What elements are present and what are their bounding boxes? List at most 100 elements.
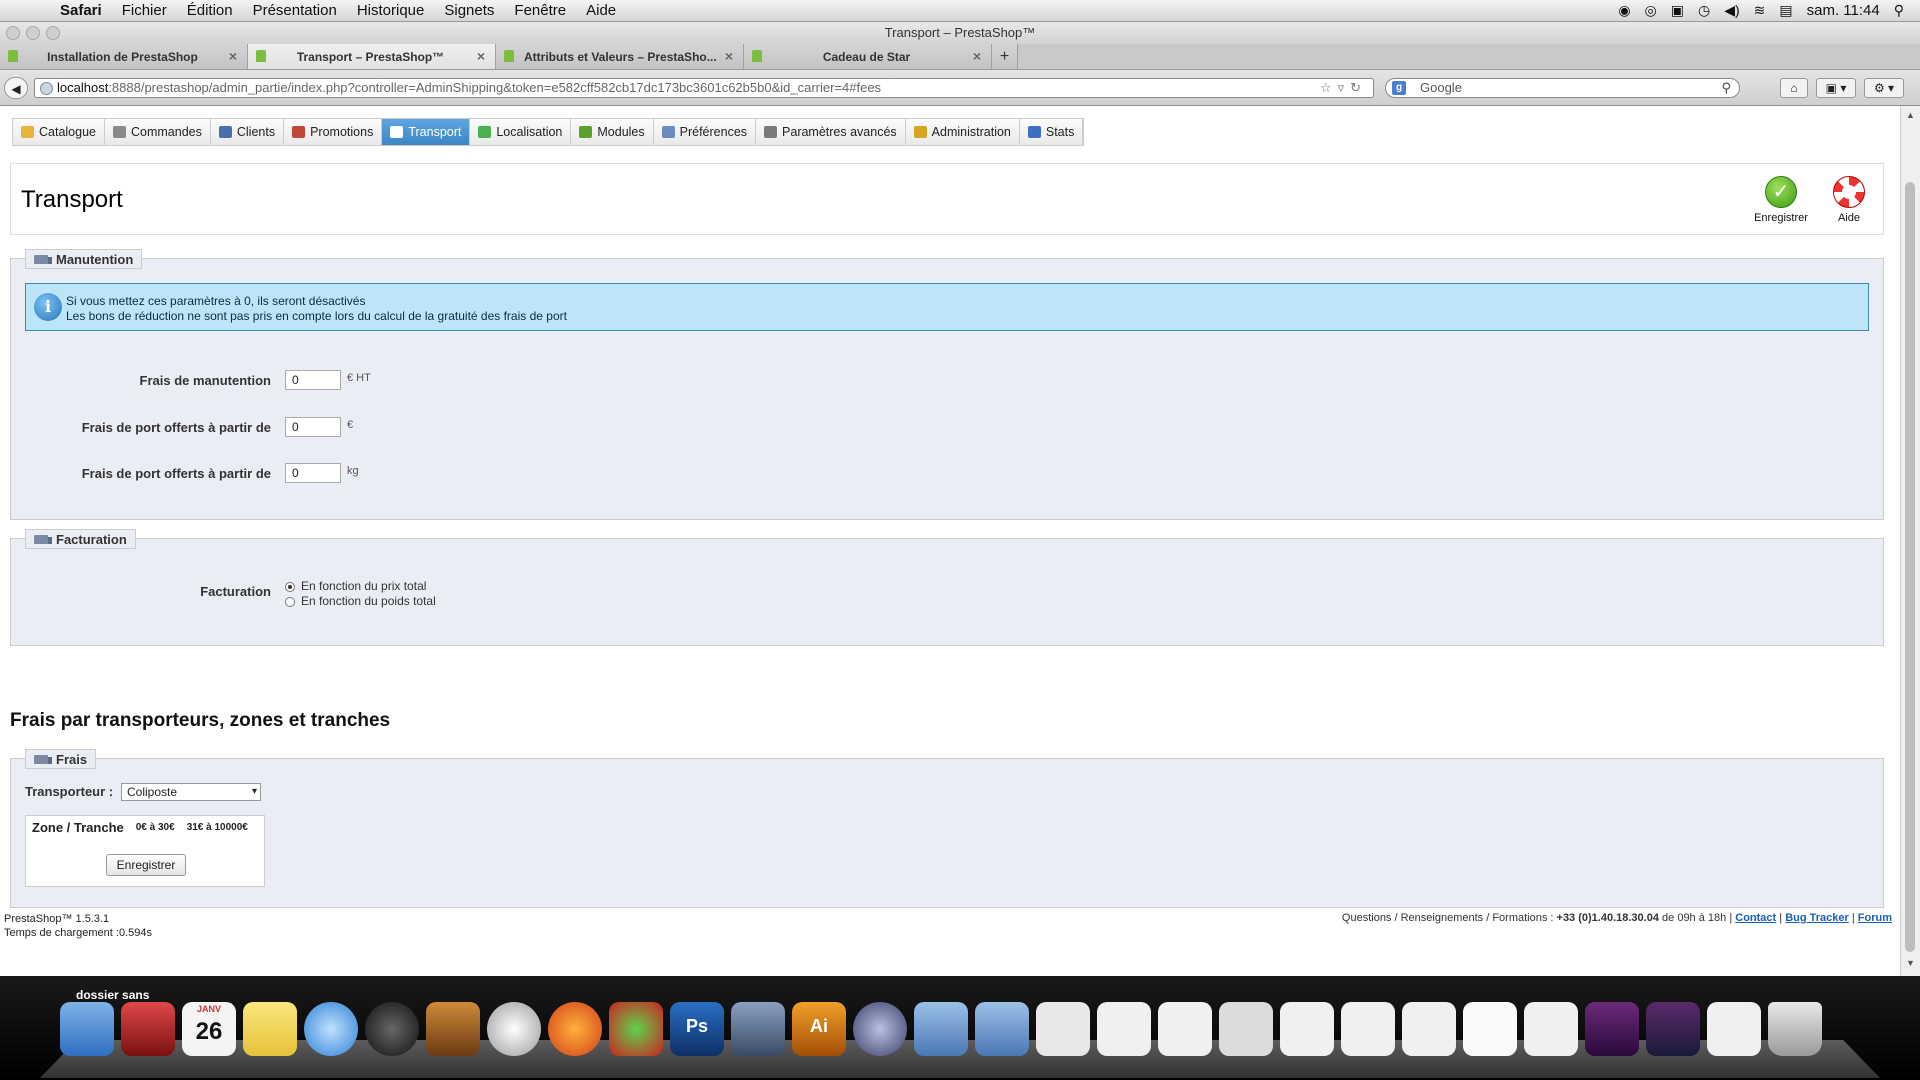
radio-weight[interactable] bbox=[285, 596, 295, 607]
status-icon-2[interactable]: ◎ bbox=[1645, 2, 1657, 19]
contact-link[interactable]: Contact bbox=[1735, 912, 1776, 924]
google-icon[interactable]: g bbox=[1392, 81, 1406, 95]
menu-fichier[interactable]: Fichier bbox=[122, 2, 167, 19]
preview-icon[interactable] bbox=[731, 1002, 785, 1056]
minimized-window-icon[interactable] bbox=[1341, 1002, 1395, 1056]
trash-icon[interactable] bbox=[1768, 1002, 1822, 1056]
minimized-window-icon[interactable] bbox=[1097, 1002, 1151, 1056]
search-input[interactable]: g Google ⚲ bbox=[1385, 78, 1740, 98]
menu-aide[interactable]: Aide bbox=[586, 2, 616, 19]
tab-transport[interactable]: Transport – PrestaShop™ × bbox=[248, 44, 496, 69]
help-button[interactable]: Aide bbox=[1817, 176, 1881, 224]
minimized-window-icon[interactable] bbox=[1219, 1002, 1273, 1056]
nav-transport[interactable]: Transport bbox=[382, 119, 471, 145]
close-tab-icon[interactable]: × bbox=[229, 48, 237, 64]
minimized-window-icon[interactable] bbox=[1158, 1002, 1212, 1056]
minimized-window-icon[interactable] bbox=[1707, 1002, 1761, 1056]
minimized-window-icon[interactable] bbox=[1585, 1002, 1639, 1056]
close-window-icon[interactable] bbox=[6, 26, 20, 40]
zoom-window-icon[interactable] bbox=[46, 26, 60, 40]
photoshop-icon[interactable]: Ps bbox=[670, 1002, 724, 1056]
minimized-window-icon[interactable] bbox=[1646, 1002, 1700, 1056]
billing-option-price[interactable]: En fonction du prix total bbox=[285, 579, 436, 594]
nav-promotions[interactable]: Promotions bbox=[284, 119, 383, 145]
save-fees-button[interactable]: Enregistrer bbox=[106, 854, 186, 876]
save-button[interactable]: Enregistrer bbox=[1749, 176, 1813, 224]
close-tab-icon[interactable]: × bbox=[725, 48, 733, 64]
photo-booth-icon[interactable] bbox=[121, 1002, 175, 1056]
calendar-icon[interactable]: JANV 26 bbox=[182, 1002, 236, 1056]
close-tab-icon[interactable]: × bbox=[477, 48, 485, 64]
applications-folder-icon[interactable] bbox=[914, 1002, 968, 1056]
search-icon[interactable]: ⚲ bbox=[1721, 79, 1731, 97]
menu-fenetre[interactable]: Fenêtre bbox=[514, 2, 566, 19]
settings-button[interactable]: ⚙ ▾ bbox=[1864, 78, 1904, 98]
tab-cadeau[interactable]: Cadeau de Star × bbox=[744, 44, 992, 69]
bookmark-star-icon[interactable]: ☆ bbox=[1320, 80, 1338, 95]
scroll-up-icon[interactable]: ▲ bbox=[1906, 110, 1915, 120]
nav-administration[interactable]: Administration bbox=[906, 119, 1020, 145]
menu-historique[interactable]: Historique bbox=[357, 2, 425, 19]
radio-price[interactable] bbox=[285, 581, 295, 592]
reload-icon[interactable]: ↻ bbox=[1350, 80, 1367, 95]
nav-localisation[interactable]: Localisation bbox=[470, 119, 572, 145]
finder-icon[interactable] bbox=[60, 1002, 114, 1056]
minimized-window-icon[interactable] bbox=[1524, 1002, 1578, 1056]
nav-parametres-avances[interactable]: Paramètres avancés bbox=[756, 119, 906, 145]
free-shipping-price-input[interactable]: 0 bbox=[285, 417, 341, 437]
menubar-clock[interactable]: sam. 11:44 bbox=[1807, 2, 1880, 19]
url-actions: ☆▿↻ bbox=[1320, 79, 1367, 97]
nav-stats[interactable]: Stats bbox=[1020, 119, 1084, 145]
free-shipping-weight-input[interactable]: 0 bbox=[285, 463, 341, 483]
menu-edition[interactable]: Édition bbox=[187, 2, 233, 19]
new-tab-button[interactable]: + bbox=[992, 44, 1018, 69]
scroll-thumb[interactable] bbox=[1905, 182, 1915, 952]
illustrator-icon[interactable]: Ai bbox=[792, 1002, 846, 1056]
handling-fee-input[interactable]: 0 bbox=[285, 370, 341, 390]
wifi-icon[interactable]: ≋ bbox=[1754, 2, 1766, 19]
reader-icon[interactable]: ▿ bbox=[1338, 80, 1351, 95]
safari-icon[interactable] bbox=[304, 1002, 358, 1056]
bug-tracker-link[interactable]: Bug Tracker bbox=[1785, 912, 1849, 924]
time-machine-icon[interactable]: ◷ bbox=[1698, 2, 1710, 19]
stickies-icon[interactable] bbox=[243, 1002, 297, 1056]
firefox-icon[interactable] bbox=[548, 1002, 602, 1056]
menu-safari[interactable]: Safari bbox=[60, 2, 102, 19]
close-tab-icon[interactable]: × bbox=[973, 48, 981, 64]
app-star-icon[interactable] bbox=[609, 1002, 663, 1056]
minimized-window-icon[interactable] bbox=[1280, 1002, 1334, 1056]
status-icon-1[interactable]: ◉ bbox=[1618, 2, 1630, 19]
scroll-down-icon[interactable]: ▼ bbox=[1906, 958, 1915, 968]
url-input[interactable]: localhost:8888/prestashop/admin_partie/i… bbox=[34, 78, 1374, 98]
bookmarks-button[interactable]: ▣ ▾ bbox=[1816, 78, 1856, 98]
forum-link[interactable]: Forum bbox=[1858, 912, 1892, 924]
evernote-icon[interactable] bbox=[487, 1002, 541, 1056]
carrier-select[interactable]: Coliposte ▾ bbox=[121, 783, 261, 801]
tab-attributs[interactable]: Attributs et Valeurs – PrestaSho... × bbox=[496, 44, 744, 69]
nav-clients[interactable]: Clients bbox=[211, 119, 285, 145]
tab-installation[interactable]: Installation de PrestaShop × bbox=[0, 44, 248, 69]
dashboard-icon[interactable] bbox=[365, 1002, 419, 1056]
garageband-icon[interactable] bbox=[426, 1002, 480, 1056]
mamp-window-icon[interactable] bbox=[1036, 1002, 1090, 1056]
volume-icon[interactable]: ◀) bbox=[1724, 2, 1739, 19]
script-editor-icon[interactable] bbox=[853, 1002, 907, 1056]
menu-presentation[interactable]: Présentation bbox=[253, 2, 337, 19]
menu-signets[interactable]: Signets bbox=[444, 2, 494, 19]
billing-option-weight[interactable]: En fonction du poids total bbox=[285, 594, 436, 609]
nav-preferences[interactable]: Préférences bbox=[654, 119, 757, 145]
dock-folder-label: dossier sans bbox=[76, 988, 150, 1002]
nav-modules[interactable]: Modules bbox=[571, 119, 654, 145]
back-button[interactable]: ◀ bbox=[4, 77, 28, 99]
minimize-window-icon[interactable] bbox=[26, 26, 40, 40]
keyboard-icon[interactable]: ▤ bbox=[1779, 2, 1792, 19]
nav-catalogue[interactable]: Catalogue bbox=[13, 119, 105, 145]
status-icon-3[interactable]: ▣ bbox=[1671, 2, 1684, 19]
spotlight-icon[interactable]: ⚲ bbox=[1894, 2, 1904, 19]
documents-folder-icon[interactable] bbox=[975, 1002, 1029, 1056]
minimized-window-icon[interactable] bbox=[1402, 1002, 1456, 1056]
page-scrollbar[interactable]: ▲ ▼ bbox=[1900, 106, 1920, 976]
nav-commandes[interactable]: Commandes bbox=[105, 119, 211, 145]
minimized-document-icon[interactable] bbox=[1463, 1002, 1517, 1056]
home-button[interactable]: ⌂ bbox=[1780, 78, 1808, 98]
